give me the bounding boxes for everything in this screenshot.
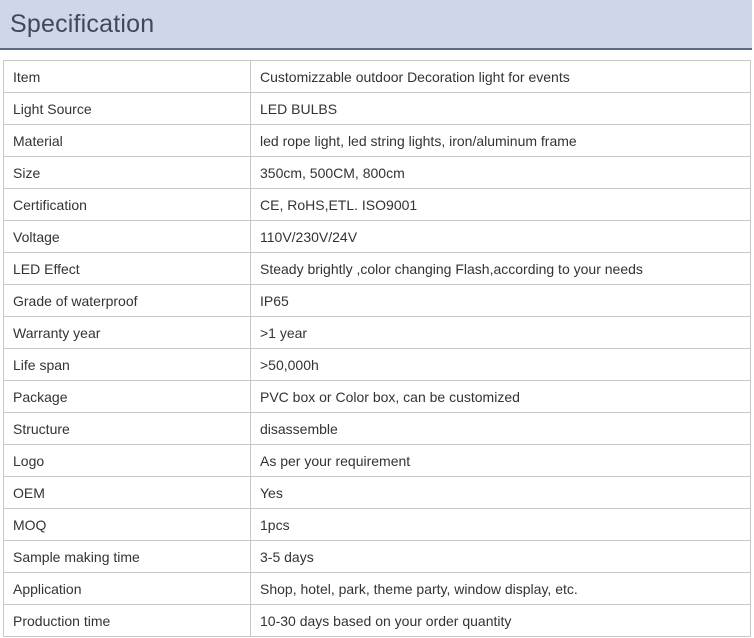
- row-value: >50,000h: [250, 348, 751, 381]
- table-row: OEM Yes: [3, 476, 751, 509]
- row-label: Logo: [3, 444, 251, 477]
- row-label: Material: [3, 124, 251, 157]
- row-value: PVC box or Color box, can be customized: [250, 380, 751, 413]
- row-value: 10-30 days based on your order quantity: [250, 604, 751, 637]
- row-label: Warranty year: [3, 316, 251, 349]
- table-row: Structure disassemble: [3, 412, 751, 445]
- row-label: LED Effect: [3, 252, 251, 285]
- row-value: 110V/230V/24V: [250, 220, 751, 253]
- row-label: Grade of waterproof: [3, 284, 251, 317]
- table-row: Life span >50,000h: [3, 348, 751, 381]
- table-row: Warranty year >1 year: [3, 316, 751, 349]
- table-row: Production time 10-30 days based on your…: [3, 604, 751, 637]
- row-value: Yes: [250, 476, 751, 509]
- row-label: Item: [3, 60, 251, 93]
- row-label: Package: [3, 380, 251, 413]
- row-label: Life span: [3, 348, 251, 381]
- table-row: Certification CE, RoHS,ETL. ISO9001: [3, 188, 751, 221]
- row-value: IP65: [250, 284, 751, 317]
- row-value: 350cm, 500CM, 800cm: [250, 156, 751, 189]
- row-label: OEM: [3, 476, 251, 509]
- row-value: As per your requirement: [250, 444, 751, 477]
- table-row: Light Source LED BULBS: [3, 92, 751, 125]
- table-row: LED Effect Steady brightly ,color changi…: [3, 252, 751, 285]
- row-label: Sample making time: [3, 540, 251, 573]
- row-value: >1 year: [250, 316, 751, 349]
- table-row: Size 350cm, 500CM, 800cm: [3, 156, 751, 189]
- table-row: Application Shop, hotel, park, theme par…: [3, 572, 751, 605]
- row-label: Certification: [3, 188, 251, 221]
- row-label: Light Source: [3, 92, 251, 125]
- row-label: Structure: [3, 412, 251, 445]
- row-value: Shop, hotel, park, theme party, window d…: [250, 572, 751, 605]
- row-label: Size: [3, 156, 251, 189]
- table-row: Grade of waterproof IP65: [3, 284, 751, 317]
- table-row: MOQ 1pcs: [3, 508, 751, 541]
- table-row: Item Customizzable outdoor Decoration li…: [3, 60, 751, 93]
- row-label: Production time: [3, 604, 251, 637]
- spec-table: Item Customizzable outdoor Decoration li…: [3, 60, 751, 637]
- row-label: Application: [3, 572, 251, 605]
- spec-header: Specification: [0, 0, 752, 50]
- table-row: Package PVC box or Color box, can be cus…: [3, 380, 751, 413]
- row-value: CE, RoHS,ETL. ISO9001: [250, 188, 751, 221]
- table-row: Voltage 110V/230V/24V: [3, 220, 751, 253]
- page-title: Specification: [10, 10, 155, 38]
- table-row: Sample making time 3-5 days: [3, 540, 751, 573]
- row-value: Steady brightly ,color changing Flash,ac…: [250, 252, 751, 285]
- row-label: MOQ: [3, 508, 251, 541]
- row-value: 1pcs: [250, 508, 751, 541]
- row-label: Voltage: [3, 220, 251, 253]
- row-value: 3-5 days: [250, 540, 751, 573]
- row-value: Customizzable outdoor Decoration light f…: [250, 60, 751, 93]
- table-row: Material led rope light, led string ligh…: [3, 124, 751, 157]
- table-row: Logo As per your requirement: [3, 444, 751, 477]
- row-value: led rope light, led string lights, iron/…: [250, 124, 751, 157]
- row-value: disassemble: [250, 412, 751, 445]
- row-value: LED BULBS: [250, 92, 751, 125]
